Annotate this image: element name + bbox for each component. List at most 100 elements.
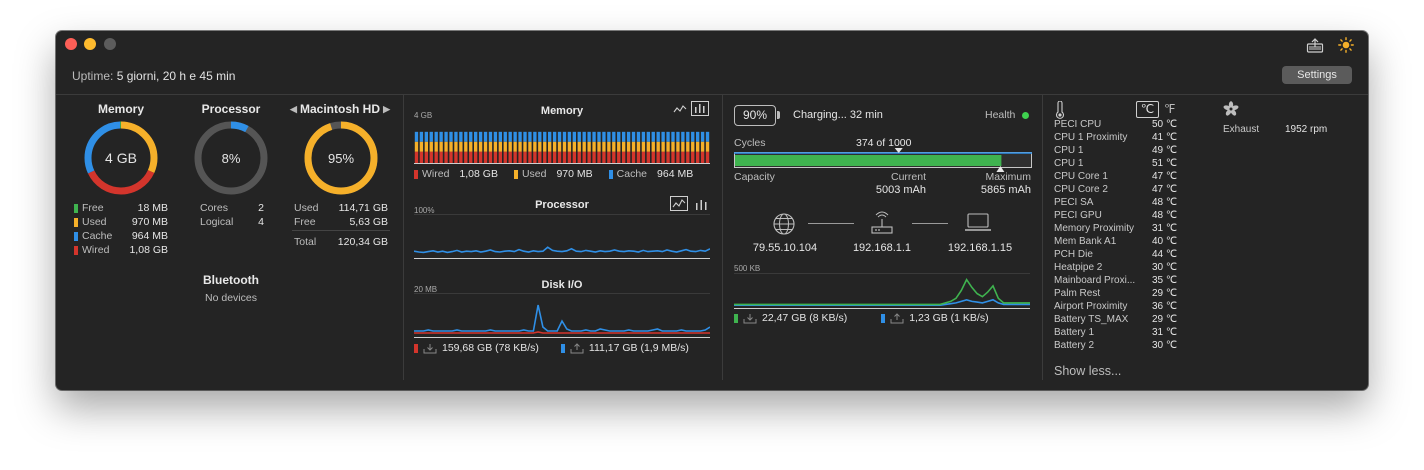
- memory-bar-segment: [493, 141, 498, 152]
- minimize-window-button[interactable]: [84, 38, 96, 50]
- sensor-name: PECI GPU: [1054, 210, 1102, 221]
- sensor-name: Airport Proximity: [1054, 301, 1128, 312]
- memory-bar-segment: [474, 131, 478, 142]
- memory-bar-segment: [533, 151, 537, 163]
- memory-bar-segment: [671, 141, 675, 152]
- connection-line: [912, 223, 948, 224]
- disk-used-label: Used: [294, 202, 319, 214]
- memory-bar-segment: [681, 141, 685, 152]
- capacity-label: Capacity: [734, 171, 775, 183]
- memory-bar-segment: [548, 141, 552, 152]
- memory-bar-segment: [691, 141, 695, 152]
- disk-divider: [292, 230, 390, 231]
- next-disk-arrow-icon[interactable]: ▶: [383, 104, 390, 115]
- memory-bar-segment: [592, 131, 596, 142]
- network-upload-value: 1,23 GB (1 KB/s): [909, 312, 989, 324]
- sensor-value: 29 ℃: [1152, 314, 1178, 325]
- sensor-row: PCH Die 44 ℃: [1054, 249, 1177, 260]
- sensor-value: 31 ℃: [1152, 223, 1178, 234]
- memory-bar-segment: [582, 131, 586, 142]
- line-chart-icon[interactable]: [670, 196, 688, 211]
- sensor-row: PECI SA 48 ℃: [1054, 197, 1177, 208]
- memory-legend-row: Wired 1,08 GB: [74, 244, 168, 256]
- sensor-value: 47 ℃: [1152, 171, 1178, 182]
- settings-button[interactable]: Settings: [1282, 66, 1352, 84]
- memory-bar-segment: [666, 131, 670, 142]
- disk-used-row: Used 114,71 GB: [294, 202, 388, 214]
- memory-bar-segment: [498, 151, 502, 163]
- processor-ring: 8%: [194, 121, 268, 195]
- sensor-value: 50 ℃: [1152, 119, 1178, 130]
- network-legend: 22,47 GB (8 KB/s) 1,23 GB (1 KB/s): [734, 312, 989, 324]
- write-swatch: [560, 343, 565, 353]
- memory-bar-segment: [572, 131, 576, 142]
- memory-bar-segment: [622, 131, 626, 142]
- show-less-link[interactable]: Show less...: [1054, 364, 1121, 378]
- sensor-name: PECI SA: [1054, 197, 1094, 208]
- memory-center: 4 GB: [105, 150, 137, 166]
- memory-bar-segment: [656, 151, 660, 163]
- memory-bar-segment: [597, 151, 601, 163]
- memory-bar-segment: [696, 131, 700, 142]
- line-chart-icon[interactable]: [673, 103, 687, 115]
- download-icon: [423, 343, 437, 353]
- network-download-legend: 22,47 GB (8 KB/s): [734, 312, 847, 324]
- memory-bar-segment: [612, 131, 616, 142]
- fahrenheit-toggle[interactable]: ℉: [1164, 102, 1175, 116]
- download-icon: [743, 313, 757, 323]
- previous-disk-arrow-icon[interactable]: ◀: [290, 104, 297, 115]
- header-divider: [56, 94, 1368, 95]
- memory-bar-segment: [459, 131, 463, 142]
- memory-cache-value: 964 MB: [131, 230, 168, 242]
- memory-bar-segment: [641, 141, 646, 152]
- sensor-row: CPU 1 51 ℃: [1054, 158, 1177, 169]
- memory-bar-segment: [454, 151, 458, 163]
- wired-swatch: [74, 245, 78, 255]
- memory-bar-segment: [503, 131, 507, 142]
- disk-title: Macintosh HD: [299, 102, 380, 116]
- memory-bar-segment: [483, 141, 488, 152]
- bar-chart-icon[interactable]: [691, 101, 709, 116]
- free-swatch: [74, 203, 78, 213]
- memory-bar-segment: [676, 141, 680, 152]
- battery-capacity-bar: [734, 148, 1032, 172]
- maximize-window-button[interactable]: [104, 38, 116, 50]
- legend-wired: Wired 1,08 GB: [414, 168, 498, 180]
- sensor-row: Battery TS_MAX 29 ℃: [1054, 314, 1177, 325]
- memory-bar-segment: [617, 151, 621, 163]
- bar-chart-icon[interactable]: [695, 199, 708, 210]
- memory-bar-segment: [646, 141, 650, 152]
- celsius-toggle[interactable]: ℃: [1136, 101, 1159, 118]
- memory-bar-segment: [488, 151, 493, 163]
- sensor-name: Mem Bank A1: [1054, 236, 1117, 247]
- memory-bar-segment: [449, 151, 453, 163]
- sensor-value: 40 ℃: [1152, 236, 1178, 247]
- health-label: Health: [985, 109, 1016, 121]
- memory-legend-row: Used 970 MB: [74, 216, 168, 228]
- memory-used-label: Used: [82, 216, 107, 228]
- memory-bar-segment: [543, 141, 547, 152]
- memory-bar-segment: [419, 131, 424, 142]
- memory-bar-segment: [631, 141, 636, 152]
- memory-bar-segment: [548, 151, 552, 163]
- wired-swatch: [414, 169, 418, 179]
- app-window: Uptime: 5 giorni, 20 h e 45 min Settings…: [56, 31, 1368, 390]
- memory-bar-segment: [459, 141, 463, 152]
- memory-bar-segment: [439, 141, 443, 152]
- memory-bar-segment: [676, 131, 680, 142]
- column-divider: [1042, 94, 1043, 380]
- sensor-value: 35 ℃: [1152, 275, 1178, 286]
- sun-icon[interactable]: [1338, 37, 1354, 53]
- memory-bar-segment: [498, 141, 502, 152]
- download-swatch: [734, 313, 738, 323]
- sensor-name: Battery TS_MAX: [1054, 314, 1129, 325]
- export-icon[interactable]: [1306, 37, 1324, 53]
- memory-bar-segment: [552, 141, 557, 152]
- close-window-button[interactable]: [65, 38, 77, 50]
- fan-icon: [1223, 101, 1239, 116]
- memory-bar-segment: [641, 131, 646, 142]
- disk-legend: 159,68 GB (78 KB/s) 111,17 GB (1,9 MB/s): [414, 342, 689, 354]
- memory-bar-segment: [607, 151, 611, 163]
- memory-bar-segment: [705, 141, 710, 152]
- legend-cache-label: Cache: [616, 168, 648, 180]
